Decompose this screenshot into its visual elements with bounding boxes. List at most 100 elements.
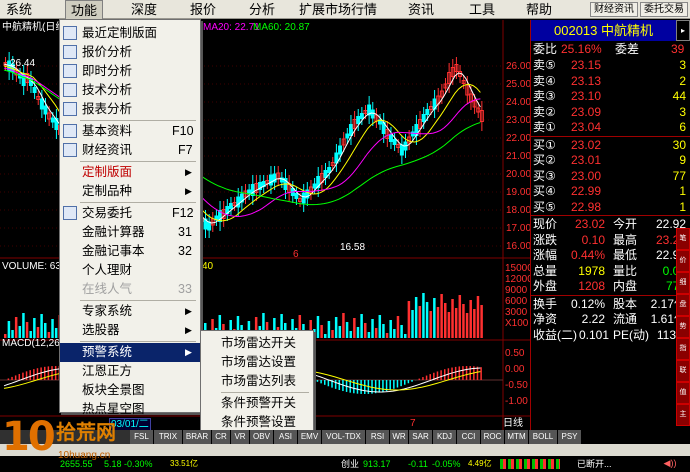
indicator-tab[interactable]: PSY — [558, 430, 582, 444]
function-menu-item[interactable]: 金融记事本 32 — [60, 242, 200, 261]
function-menu-item[interactable]: 报价分析 — [60, 43, 200, 62]
function-menu-item[interactable]: 金融计算器 31 — [60, 223, 200, 242]
stat-key: 净资 — [533, 312, 558, 326]
buy-order-row[interactable]: 买② 23.01 9 — [531, 153, 690, 169]
function-menu-item[interactable]: 定制版面 ▶ — [60, 163, 200, 182]
menu-item-label: 交易委托 — [82, 206, 133, 220]
indicator-tab[interactable]: ASI — [274, 430, 298, 444]
order-volume: 1 — [679, 199, 686, 214]
order-volume: 77 — [672, 168, 686, 183]
side-tab-6[interactable]: 联 — [676, 360, 690, 382]
menu-separator — [80, 300, 196, 301]
indicator-tab[interactable]: FSL — [130, 430, 154, 444]
trade-order-button[interactable]: 委托交易 — [640, 2, 688, 17]
buy-order-row[interactable]: 买⑤ 22.98 1 — [531, 200, 690, 216]
indicator-tab[interactable]: VOL-TDX — [322, 430, 366, 444]
function-menu-item[interactable]: 财经资讯 F7 — [60, 141, 200, 160]
function-menu-item[interactable]: 交易委托 F12 — [60, 204, 200, 223]
ma60-label: MA60: 20.87 — [253, 22, 310, 33]
menu-item-label: 预警系统 — [82, 345, 133, 359]
menu-function[interactable]: 功能 — [65, 0, 104, 19]
indicator-tab[interactable]: KDJ — [433, 430, 457, 444]
stat-value: 0.12% — [570, 296, 605, 311]
stat-row: 净资 2.22 流通 1.61亿 — [531, 312, 690, 328]
order-price: 22.98 — [571, 199, 602, 214]
indicator-tab[interactable]: CR — [212, 430, 231, 444]
stat-row: 总量 1978 量比 0.02 — [531, 264, 690, 280]
menu-help[interactable]: 帮助 — [526, 0, 552, 19]
menu-item-label: 技术分析 — [82, 83, 133, 97]
menu-tools[interactable]: 工具 — [469, 0, 495, 19]
panel-scroll-icon[interactable]: ▸ — [676, 20, 690, 41]
sell-order-row[interactable]: 卖① 23.04 6 — [531, 120, 690, 136]
side-tab-0[interactable]: 笔 — [676, 228, 690, 250]
indicator-tab[interactable]: TRIX — [154, 430, 183, 444]
price-tick-label: 16.00 — [506, 241, 532, 252]
function-menu-item[interactable]: 预警系统 ▶ — [60, 343, 200, 362]
order-price: 23.09 — [571, 104, 602, 119]
sound-icon[interactable]: ◀)) — [655, 458, 685, 470]
price-tick-label: 23.00 — [506, 115, 532, 126]
function-menu-item[interactable]: 选股器 ▶ — [60, 321, 200, 340]
buy-order-row[interactable]: 买① 23.02 30 — [531, 138, 690, 154]
side-tab-5[interactable]: 指 — [676, 338, 690, 360]
indicator-tab[interactable]: OBV — [250, 430, 274, 444]
menu-item-label: 报表分析 — [82, 102, 133, 116]
function-menu-item[interactable]: 个人理财 — [60, 261, 200, 280]
indicator-tab[interactable]: CCI — [457, 430, 481, 444]
side-tab-1[interactable]: 价 — [676, 250, 690, 272]
indicator-tab[interactable]: EMV — [298, 430, 322, 444]
alert-menu-item[interactable]: 市场雷达设置 — [201, 353, 313, 372]
side-tab-4[interactable]: 势 — [676, 316, 690, 338]
indicator-tab[interactable]: BRAR — [183, 430, 212, 444]
menu-depth[interactable]: 深度 — [131, 0, 157, 19]
sell-order-row[interactable]: 卖⑤ 23.15 3 — [531, 58, 690, 74]
alert-menu-item[interactable]: 市场雷达开关 — [201, 334, 313, 353]
function-menu-item[interactable]: 定制品种 ▶ — [60, 182, 200, 201]
indicator-tab[interactable]: ROC — [481, 430, 505, 444]
sell-order-row[interactable]: 卖④ 23.13 2 — [531, 74, 690, 90]
month-mark-bottom: 7 — [410, 418, 416, 429]
alert-menu-item[interactable]: 条件预警开关 — [201, 394, 313, 413]
side-tab-7[interactable]: 值 — [676, 382, 690, 404]
alert-menu-item[interactable]: 市场雷达列表 — [201, 372, 313, 391]
menu-extended-market[interactable]: 扩展市场行情 — [299, 0, 377, 19]
order-level-label: 卖① — [533, 120, 556, 134]
side-tab-3[interactable]: 盘 — [676, 294, 690, 316]
buy-order-row[interactable]: 买④ 22.99 1 — [531, 184, 690, 200]
menu-quote[interactable]: 报价 — [190, 0, 216, 19]
finance-news-button[interactable]: 财经资讯 — [590, 2, 638, 17]
sell-order-row[interactable]: 卖③ 23.10 44 — [531, 89, 690, 105]
price-tick-label: 24.00 — [506, 97, 532, 108]
indicator-tab[interactable]: VR — [231, 430, 250, 444]
indicator-tab[interactable]: RSI — [366, 430, 390, 444]
function-menu-item[interactable]: 板块全景图 — [60, 381, 200, 400]
indicator-tab[interactable]: MTM — [505, 430, 529, 444]
function-menu-item[interactable]: 报表分析 — [60, 100, 200, 119]
side-tab-8[interactable]: 主 — [676, 404, 690, 426]
stat-row: 涨幅 0.44% 最低 22.92 — [531, 248, 690, 264]
function-menu-item[interactable]: 技术分析 — [60, 81, 200, 100]
sh-index-amount: 33.51亿 — [170, 459, 199, 468]
function-menu-item[interactable]: 在线人气 33 — [60, 280, 200, 299]
indicator-tab[interactable]: WR — [390, 430, 409, 444]
submenu-arrow-icon: ▶ — [185, 306, 192, 316]
function-menu-item[interactable]: 专家系统 ▶ — [60, 302, 200, 321]
menu-system[interactable]: 系统 — [6, 0, 32, 19]
function-menu-item[interactable]: 即时分析 — [60, 62, 200, 81]
function-menu-item[interactable]: 最近定制版面 — [60, 24, 200, 43]
sell-order-row[interactable]: 卖② 23.09 3 — [531, 105, 690, 121]
function-menu-item[interactable]: 江恩正方 — [60, 362, 200, 381]
volume-suffix: 40 — [202, 261, 214, 272]
buy-order-row[interactable]: 买③ 23.00 77 — [531, 169, 690, 185]
indicator-tab[interactable]: BOLL — [529, 430, 558, 444]
watermark-number: 10 — [2, 414, 56, 460]
menu-item-label: 选股器 — [82, 323, 120, 337]
stat-value: 23.02 — [574, 217, 605, 231]
function-menu-item[interactable]: 基本资料 F10 — [60, 122, 200, 141]
menu-news[interactable]: 资讯 — [408, 0, 434, 19]
side-tab-2[interactable]: 细 — [676, 272, 690, 294]
menu-analysis[interactable]: 分析 — [249, 0, 275, 19]
order-level-label: 卖④ — [533, 73, 556, 88]
indicator-tab[interactable]: SAR — [409, 430, 433, 444]
